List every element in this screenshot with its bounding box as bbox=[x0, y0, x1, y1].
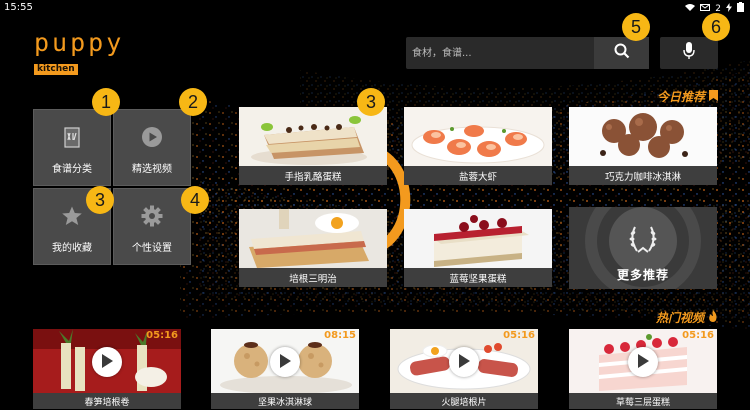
video-title: 火腿培根片 bbox=[390, 393, 538, 409]
search-bar bbox=[406, 37, 649, 69]
play-button[interactable] bbox=[270, 347, 300, 377]
hot-section-title: 热门视频 bbox=[656, 309, 718, 326]
fire-icon bbox=[708, 310, 718, 325]
callout-marker: 6 bbox=[702, 13, 730, 41]
recipe-title: 培根三明治 bbox=[239, 268, 387, 287]
video-card[interactable]: 08:15 坚果冰淇淋球 bbox=[211, 329, 359, 409]
menu-recipe-category[interactable]: 食谱分类 bbox=[33, 109, 111, 186]
play-button[interactable] bbox=[449, 347, 479, 377]
status-time: 15:55 bbox=[4, 2, 33, 13]
callout-marker: 3 bbox=[86, 186, 114, 214]
play-button[interactable] bbox=[628, 347, 658, 377]
recipe-title: 巧克力咖啡冰淇淋 bbox=[569, 166, 717, 185]
play-button[interactable] bbox=[92, 347, 122, 377]
menu-label: 食谱分类 bbox=[52, 164, 92, 175]
menu-featured-videos[interactable]: 精选视频 bbox=[113, 109, 191, 186]
microphone-icon bbox=[683, 42, 695, 64]
notification-count: 2 bbox=[715, 3, 721, 14]
video-duration: 05:16 bbox=[503, 330, 535, 341]
recipe-image bbox=[569, 107, 717, 166]
callout-marker: 1 bbox=[92, 88, 120, 116]
callout-marker: 2 bbox=[179, 88, 207, 116]
search-button[interactable] bbox=[594, 37, 649, 69]
recipe-card[interactable]: 盐蓉大虾 bbox=[404, 107, 552, 185]
recipe-image bbox=[239, 107, 387, 166]
search-icon bbox=[614, 43, 630, 63]
voice-search-button[interactable] bbox=[660, 37, 718, 69]
recipe-card[interactable]: 培根三明治 bbox=[239, 209, 387, 287]
star-icon bbox=[61, 205, 83, 227]
today-section-title: 今日推荐 bbox=[657, 88, 718, 105]
play-icon bbox=[458, 353, 470, 372]
laurel-wreath-icon bbox=[625, 221, 661, 261]
recipe-image bbox=[404, 209, 552, 268]
mail-icon bbox=[700, 3, 711, 14]
recipe-title: 手指乳酪蛋糕 bbox=[239, 166, 387, 185]
gear-icon bbox=[141, 205, 163, 227]
video-card[interactable]: 05:16 春笋培根卷 bbox=[33, 329, 181, 409]
recipe-title: 盐蓉大虾 bbox=[404, 166, 552, 185]
recipe-card[interactable]: 手指乳酪蛋糕 bbox=[239, 107, 387, 185]
menu-label: 个性设置 bbox=[132, 243, 172, 254]
recipe-category-icon bbox=[61, 126, 83, 148]
play-icon bbox=[279, 353, 291, 372]
menu-personal-settings[interactable]: 个性设置 bbox=[113, 188, 191, 265]
charging-icon bbox=[726, 2, 732, 15]
app-logo: puppy kitchen bbox=[34, 30, 124, 75]
search-input[interactable] bbox=[412, 43, 592, 63]
play-circle-icon bbox=[141, 126, 163, 148]
video-duration: 08:15 bbox=[324, 330, 356, 341]
logo-word: puppy bbox=[34, 28, 125, 57]
menu-label: 精选视频 bbox=[132, 164, 172, 175]
video-title: 春笋培根卷 bbox=[33, 393, 181, 409]
video-card[interactable]: 05:16 火腿培根片 bbox=[390, 329, 538, 409]
video-title: 草莓三层蛋糕 bbox=[569, 393, 717, 409]
bookmark-icon bbox=[709, 89, 718, 104]
hot-title-text: 热门视频 bbox=[655, 311, 704, 325]
more-recommendations-label: 更多推荐 bbox=[616, 268, 669, 282]
battery-icon bbox=[737, 2, 744, 15]
recipe-title: 蓝莓坚果蛋糕 bbox=[404, 268, 552, 287]
recipe-image bbox=[404, 107, 552, 166]
video-title: 坚果冰淇淋球 bbox=[211, 393, 359, 409]
logo-badge: kitchen bbox=[34, 64, 78, 75]
recipe-card[interactable]: 巧克力咖啡冰淇淋 bbox=[569, 107, 717, 185]
recipe-image bbox=[239, 209, 387, 268]
recipe-card[interactable]: 蓝莓坚果蛋糕 bbox=[404, 209, 552, 287]
more-recommendations-card[interactable]: 更多推荐 bbox=[569, 207, 717, 289]
callout-marker: 3 bbox=[357, 88, 385, 116]
video-duration: 05:16 bbox=[146, 330, 178, 341]
play-icon bbox=[101, 353, 113, 372]
callout-marker: 4 bbox=[181, 186, 209, 214]
callout-marker: 5 bbox=[622, 13, 650, 41]
play-icon bbox=[637, 353, 649, 372]
video-duration: 05:16 bbox=[682, 330, 714, 341]
menu-label: 我的收藏 bbox=[52, 243, 92, 254]
today-title-text: 今日推荐 bbox=[656, 90, 705, 104]
wifi-icon bbox=[685, 3, 696, 14]
video-card[interactable]: 05:16 草莓三层蛋糕 bbox=[569, 329, 717, 409]
